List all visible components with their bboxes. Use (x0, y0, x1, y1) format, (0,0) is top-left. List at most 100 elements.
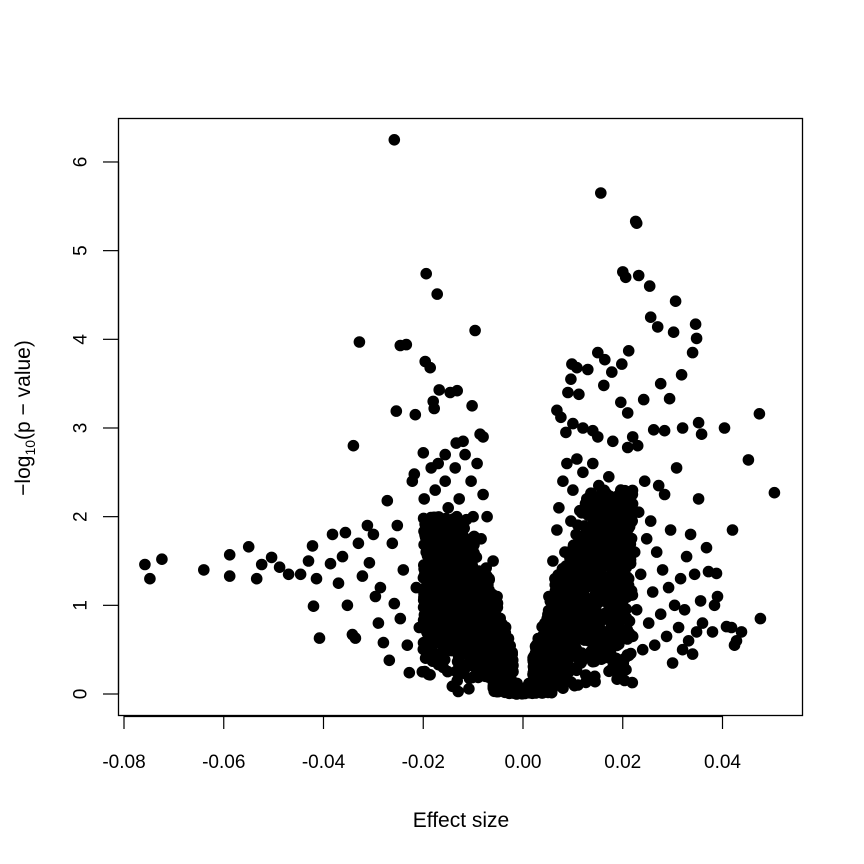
y-tick-label: 0 (71, 689, 92, 700)
x-tick-label: -0.02 (402, 752, 445, 773)
data-point (422, 514, 435, 527)
data-point (547, 555, 559, 567)
data-point (643, 280, 656, 292)
data-point (595, 187, 607, 199)
data-point (616, 358, 628, 370)
data-point (668, 599, 681, 612)
data-point (465, 475, 477, 488)
data-point (682, 635, 695, 647)
data-point (459, 448, 471, 461)
data-point (461, 559, 473, 572)
data-point (678, 604, 691, 616)
data-point (696, 617, 709, 629)
data-point (469, 590, 481, 603)
data-point (549, 572, 561, 585)
data-point (618, 652, 631, 665)
data-point (390, 405, 403, 417)
data-point (556, 615, 569, 627)
data-point (374, 581, 387, 594)
data-point (646, 586, 659, 598)
data-point (455, 524, 468, 536)
data-point (674, 572, 687, 585)
data-point (619, 271, 632, 284)
data-point (695, 428, 708, 441)
data-point (403, 666, 416, 679)
data-point (341, 599, 354, 612)
data-point (198, 564, 210, 576)
data-point (336, 550, 349, 563)
data-point (386, 537, 399, 550)
data-point (463, 657, 475, 669)
data-point (593, 581, 606, 594)
data-point (451, 384, 464, 397)
data-point (467, 510, 479, 523)
data-point (615, 396, 627, 409)
data-point (654, 608, 667, 620)
data-point (592, 431, 604, 443)
data-point (686, 346, 699, 359)
data-point (632, 269, 645, 282)
data-point (692, 416, 705, 429)
data-point (694, 595, 707, 607)
data-point (429, 484, 442, 496)
data-point (352, 537, 365, 550)
data-point (417, 447, 430, 459)
data-point (686, 648, 699, 660)
data-point (579, 618, 591, 631)
data-point (483, 572, 495, 585)
data-point (676, 422, 689, 434)
data-point (401, 639, 414, 651)
data-point (567, 417, 579, 430)
data-point (400, 338, 413, 351)
data-point (481, 510, 493, 523)
data-point (754, 612, 767, 625)
data-point (408, 468, 421, 480)
data-point (656, 564, 669, 576)
data-point (583, 635, 595, 647)
data-point (634, 568, 647, 581)
data-point (640, 533, 653, 545)
data-point (660, 630, 673, 643)
data-point (255, 558, 268, 571)
data-point (569, 617, 581, 629)
data-point (457, 612, 469, 625)
data-point (487, 555, 499, 567)
data-point (551, 404, 563, 417)
data-point (306, 540, 319, 552)
data-point (573, 538, 586, 551)
data-point (587, 457, 599, 470)
data-point (416, 666, 429, 678)
x-axis-title: Effect size (413, 809, 510, 832)
data-point (670, 462, 683, 474)
data-point (675, 369, 688, 381)
data-point (591, 623, 603, 636)
data-point (768, 486, 781, 499)
data-point (418, 525, 430, 538)
data-point (444, 572, 457, 585)
y-tick-label: 4 (71, 334, 92, 345)
data-point (435, 533, 448, 545)
data-point (339, 526, 352, 539)
data-point (692, 493, 705, 505)
data-point (650, 546, 663, 558)
data-point (636, 643, 649, 656)
data-point (460, 624, 473, 637)
data-point (651, 321, 664, 333)
data-point (598, 379, 610, 392)
data-point (597, 502, 609, 514)
data-point (572, 679, 584, 691)
data-point (664, 524, 677, 536)
data-point (689, 318, 702, 331)
data-point (432, 457, 445, 470)
data-point (567, 484, 579, 496)
data-point (429, 618, 442, 630)
x-tick-label: -0.06 (202, 752, 245, 773)
data-point (563, 666, 575, 678)
data-point (621, 441, 634, 454)
data-point (367, 528, 380, 541)
data-point (628, 546, 641, 558)
data-point (726, 524, 739, 536)
data-point (742, 454, 755, 466)
data-point (595, 608, 607, 620)
x-tick-label: 0.02 (604, 752, 641, 773)
